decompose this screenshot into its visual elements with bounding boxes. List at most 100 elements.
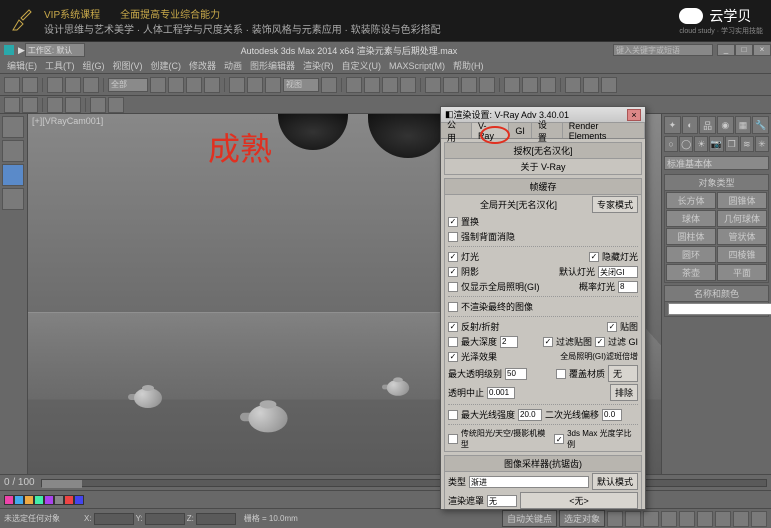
close-button[interactable]: × — [753, 44, 771, 56]
glossy-checkbox[interactable]: ✓ — [448, 352, 458, 362]
percent-snap-button[interactable] — [382, 77, 398, 93]
render-mask-dropdown[interactable]: 无 — [487, 495, 517, 507]
helpers-subtab[interactable]: ❐ — [725, 136, 739, 152]
render-setup-button[interactable] — [565, 77, 581, 93]
exclude-button[interactable]: 排除 — [610, 384, 638, 401]
window-crossing-button[interactable] — [204, 77, 220, 93]
undo-button[interactable] — [4, 77, 20, 93]
utilities-tab[interactable]: 🔧 — [752, 116, 769, 134]
link-button[interactable] — [47, 77, 63, 93]
geometry-subtab[interactable]: ○ — [664, 136, 678, 152]
expert-mode-button[interactable]: 专家模式 — [592, 196, 638, 213]
teapot-button[interactable]: 茶壶 — [666, 264, 716, 281]
image-sampler-title[interactable]: 图像采样器(抗锯齿) — [445, 456, 641, 472]
force-back-checkbox[interactable] — [448, 232, 458, 242]
name-color-title[interactable]: 名称和颜色 — [665, 286, 768, 302]
sec-ray-input[interactable] — [602, 409, 622, 421]
viewport-label[interactable]: [+][VRayCam001] — [32, 116, 103, 126]
align-button[interactable] — [461, 77, 477, 93]
snap2-button[interactable] — [47, 97, 63, 113]
shadows-checkbox[interactable]: ✓ — [448, 267, 458, 277]
y-input[interactable] — [145, 513, 185, 525]
hidden-lights-checkbox[interactable]: ✓ — [589, 252, 599, 262]
layers-button[interactable] — [479, 77, 495, 93]
rotate-button[interactable] — [247, 77, 263, 93]
box-button[interactable]: 长方体 — [666, 192, 716, 209]
play-end-button[interactable] — [679, 511, 695, 527]
cone-button[interactable]: 圆锥体 — [717, 192, 767, 209]
sel-lock-button[interactable] — [4, 97, 20, 113]
sphere-button[interactable]: 球体 — [666, 210, 716, 227]
ray-bias-checkbox[interactable] — [448, 410, 458, 420]
shapes-subtab[interactable]: ◯ — [679, 136, 693, 152]
tube-button[interactable]: 管状体 — [717, 228, 767, 245]
render-frame-button[interactable] — [583, 77, 599, 93]
filter-map-checkbox[interactable]: ✓ — [543, 337, 553, 347]
time-slider-handle[interactable] — [42, 480, 82, 488]
cameras-subtab[interactable]: 📷 — [709, 136, 723, 152]
menu-edit[interactable]: 编辑(E) — [4, 59, 40, 72]
cylinder-button[interactable]: 圆柱体 — [666, 228, 716, 245]
no-render-checkbox[interactable] — [448, 302, 458, 312]
maximize-button[interactable]: □ — [735, 44, 753, 56]
tab-common[interactable]: 公用 — [441, 123, 472, 138]
object-paint-tab[interactable] — [2, 188, 24, 210]
menu-animation[interactable]: 动画 — [221, 59, 245, 72]
schematic-button[interactable] — [522, 77, 538, 93]
scale-button[interactable] — [265, 77, 281, 93]
systems-subtab[interactable]: ✳ — [755, 136, 769, 152]
redo-button[interactable] — [22, 77, 38, 93]
menu-customize[interactable]: 自定义(U) — [339, 59, 385, 72]
max-trans-input[interactable] — [505, 368, 527, 380]
gi-only-checkbox[interactable] — [448, 282, 458, 292]
override-material-button[interactable]: 无 — [608, 365, 638, 382]
select-region-button[interactable] — [186, 77, 202, 93]
legacy-checkbox[interactable] — [448, 434, 458, 444]
trans-cutoff-input[interactable] — [487, 387, 515, 399]
refl-checkbox[interactable]: ✓ — [448, 322, 458, 332]
named-sel-button[interactable] — [425, 77, 441, 93]
selection-tab[interactable] — [2, 164, 24, 186]
workspace-dropdown[interactable]: 工作区: 默认 — [25, 43, 85, 57]
plane-button[interactable]: 平面 — [717, 264, 767, 281]
display-button[interactable] — [90, 97, 106, 113]
object-name-input[interactable] — [668, 303, 771, 315]
create-tab[interactable]: ✦ — [664, 116, 681, 134]
menu-graph-editors[interactable]: 图形编辑器 — [247, 59, 298, 72]
play-prev-button[interactable] — [625, 511, 641, 527]
render-mask-none-button[interactable]: <无> — [520, 492, 638, 509]
material-editor-button[interactable] — [540, 77, 556, 93]
dialog-close-button[interactable]: × — [627, 109, 641, 121]
autokey-button[interactable]: 自动关键点 — [502, 510, 557, 527]
render-button[interactable] — [601, 77, 617, 93]
spinner-snap-button[interactable] — [400, 77, 416, 93]
menu-maxscript[interactable]: MAXScript(M) — [386, 61, 448, 71]
select-name-button[interactable] — [168, 77, 184, 93]
modeling-tab[interactable] — [2, 116, 24, 138]
max-depth-input[interactable] — [500, 336, 518, 348]
snap-button[interactable] — [346, 77, 362, 93]
tab-render-elements[interactable]: Render Elements — [563, 123, 645, 138]
z-input[interactable] — [196, 513, 236, 525]
menu-rendering[interactable]: 渲染(R) — [300, 59, 337, 72]
default-lights-dropdown[interactable]: 关闭GI — [598, 266, 638, 278]
object-type-title[interactable]: 对象类型 — [665, 175, 768, 191]
menu-tools[interactable]: 工具(T) — [42, 59, 78, 72]
play-button[interactable] — [643, 511, 659, 527]
pivot-button[interactable] — [321, 77, 337, 93]
lights-subtab[interactable]: ☀ — [694, 136, 708, 152]
nav-zoom-button[interactable] — [697, 511, 713, 527]
frame-buffer-title[interactable]: 帧缓存 — [445, 179, 641, 195]
modify-tab[interactable]: ◐ — [682, 116, 699, 134]
iso-button[interactable] — [22, 97, 38, 113]
bind-button[interactable] — [83, 77, 99, 93]
ref-coord-dropdown[interactable]: 视图 — [283, 78, 319, 92]
auth-group-title[interactable]: 授权[无名汉化] — [445, 143, 641, 159]
tab-settings[interactable]: 设置 — [532, 123, 563, 138]
spacewarps-subtab[interactable]: ≋ — [740, 136, 754, 152]
hierarchy-tab[interactable]: 品 — [699, 116, 716, 134]
mirror-button[interactable] — [443, 77, 459, 93]
time-slider[interactable] — [41, 479, 767, 487]
override-checkbox[interactable] — [556, 369, 566, 379]
menu-create[interactable]: 创建(C) — [148, 59, 185, 72]
